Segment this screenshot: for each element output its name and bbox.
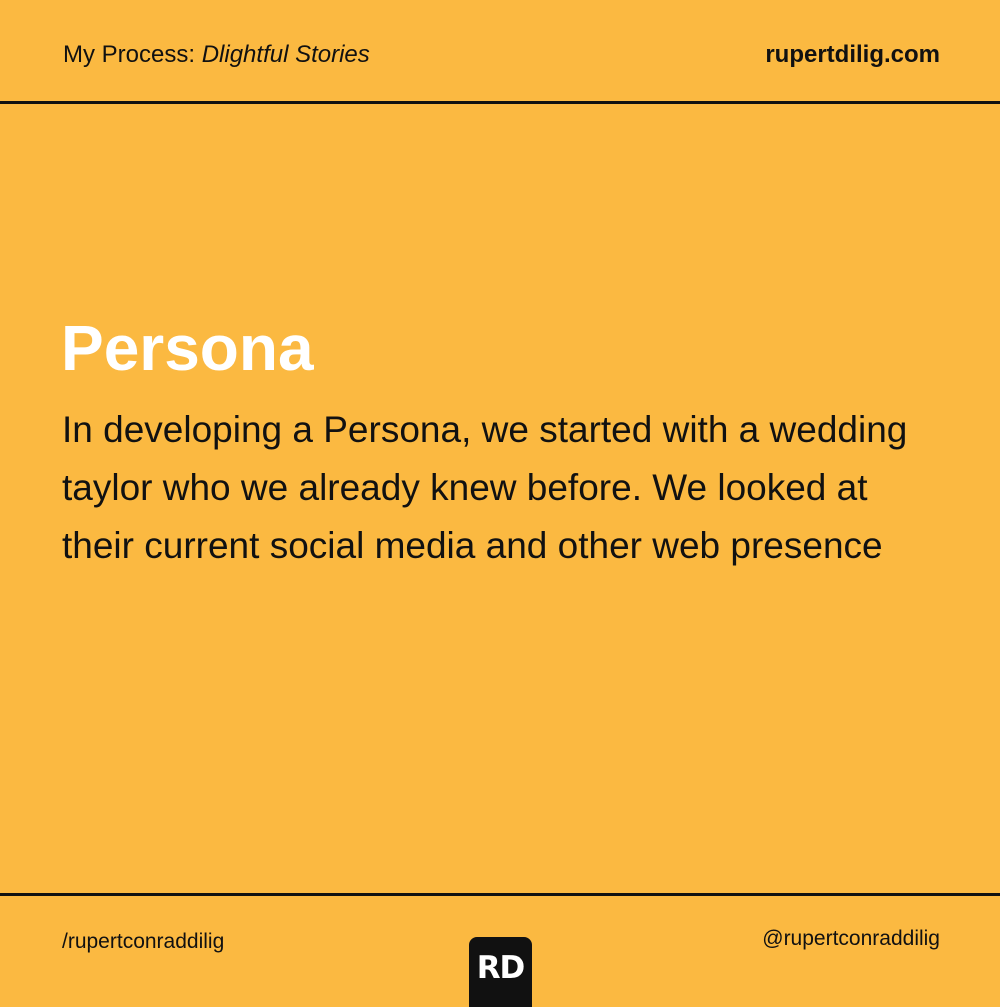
footer-divider: [0, 893, 1000, 896]
footer-handle-left[interactable]: /rupertconraddilig: [62, 928, 224, 956]
page-title: Persona: [61, 312, 314, 384]
body-paragraph: In developing a Persona, we started with…: [62, 409, 908, 566]
website-link[interactable]: rupertdilig.com: [765, 40, 940, 70]
series-name: Dlightful Stories: [201, 41, 370, 68]
series-prefix: My Process:: [63, 41, 202, 68]
logo-text: RD: [476, 950, 526, 986]
footer-handle-right[interactable]: @rupertconraddilig: [762, 925, 940, 953]
series-heading: My Process: Dlightful Stories: [63, 40, 370, 70]
header-bar: My Process: Dlightful Stories rupertdili…: [0, 0, 1000, 104]
rd-logo: RD: [469, 937, 532, 1007]
